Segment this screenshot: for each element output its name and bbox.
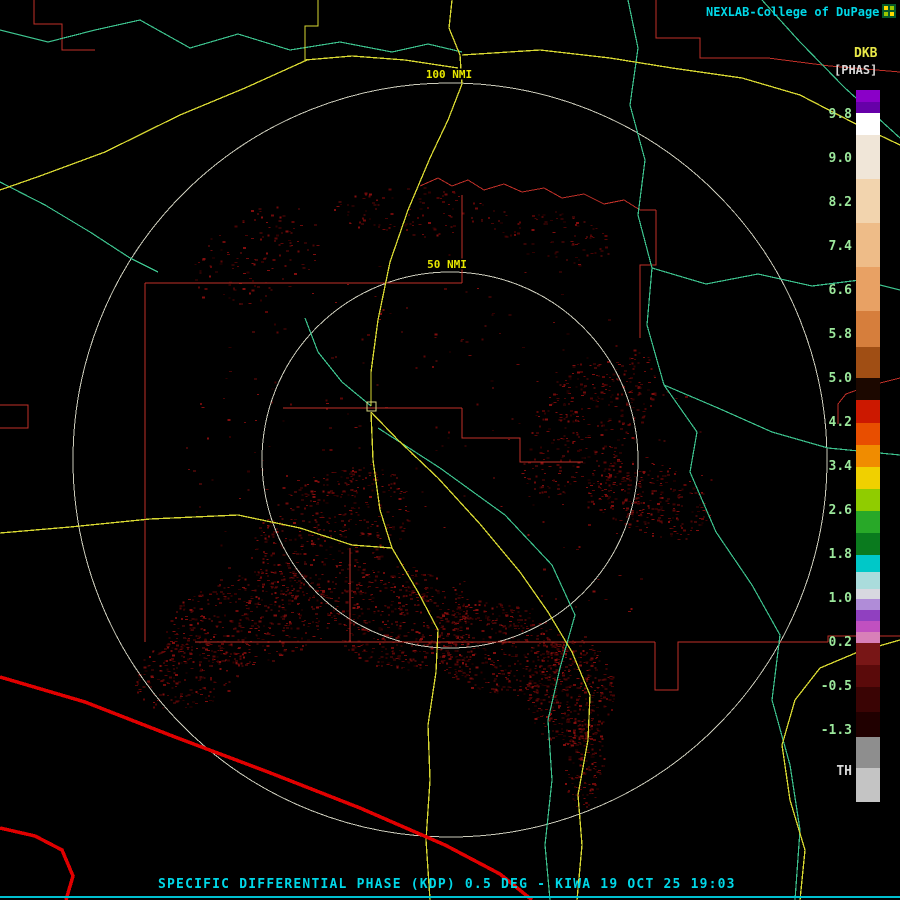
- ring-label-layer: 100 NMI 50 NMI: [424, 67, 473, 273]
- river-layer: [0, 0, 900, 900]
- product-title: SPECIFIC DIFFERENTIAL PHASE (KDP) 0.5 DE…: [158, 877, 736, 892]
- ring-layer: [72, 82, 828, 838]
- road-layer: [0, 0, 900, 900]
- brand-text: NEXLAB-College of DuPage: [706, 5, 880, 19]
- svg-text:50 NMI: 50 NMI: [427, 258, 467, 271]
- colorbar-threshold-label: TH: [836, 764, 852, 779]
- colorbar-unit-label: DKB: [854, 46, 878, 61]
- radar-map: 100 NMI 50 NMI: [0, 0, 900, 900]
- colorbar-gradient: [856, 90, 880, 802]
- radar-screen: 100 NMI 50 NMI NEXLAB-College of DuPage D…: [0, 0, 900, 900]
- echo-layer: [135, 187, 713, 808]
- cod-logo-icon: [882, 4, 896, 18]
- svg-text:100 NMI: 100 NMI: [426, 68, 472, 81]
- bottom-divider: [0, 896, 900, 898]
- county-layer: [0, 0, 900, 691]
